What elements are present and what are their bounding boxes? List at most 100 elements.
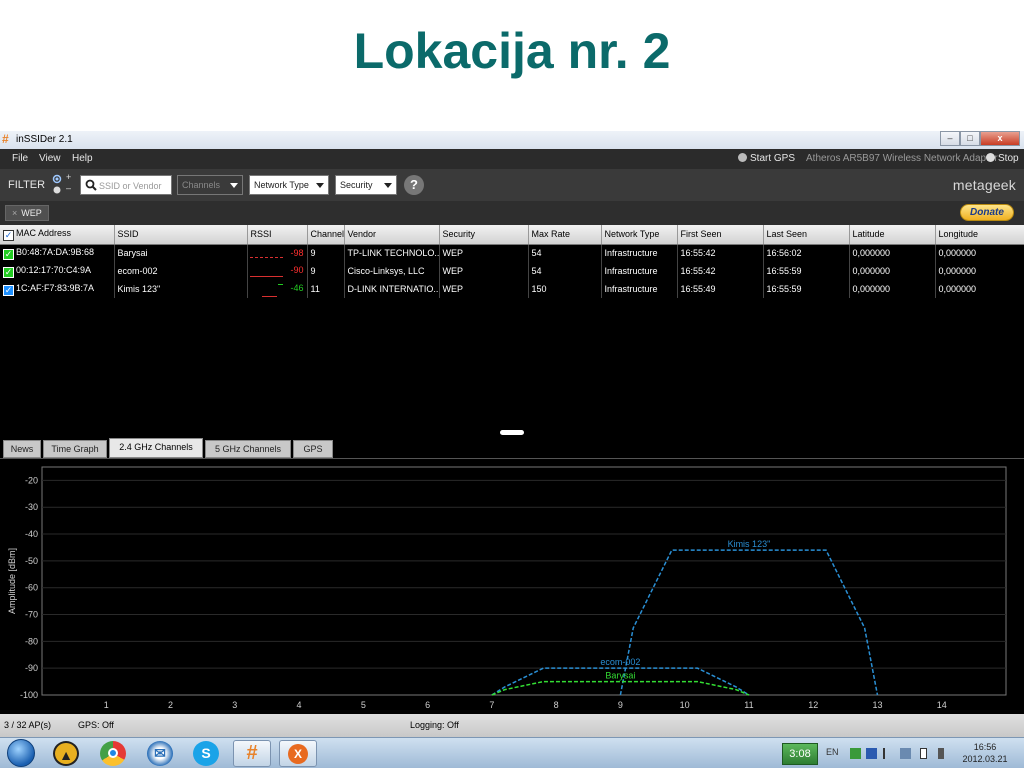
tab-gps[interactable]: GPS	[293, 440, 333, 458]
clock-date: 2012.03.21	[962, 754, 1008, 764]
stop-label: Stop	[998, 153, 1019, 164]
col-network-type[interactable]: Network Type	[601, 225, 678, 245]
taskbar-xmind[interactable]: X	[279, 740, 317, 767]
col-vendor[interactable]: Vendor	[344, 225, 440, 245]
network-table: ✓ MAC Address SSID RSSI Channel Vendor Se…	[0, 225, 1024, 298]
menu-file[interactable]: File	[12, 153, 28, 164]
row-checkbox[interactable]: ✓	[3, 266, 14, 278]
battery-icon[interactable]	[920, 748, 927, 759]
ssid-vendor-search[interactable]	[80, 175, 172, 195]
inssider-window: # inSSIDer 2.1 – □ x File View Help Star…	[0, 131, 1024, 737]
rssi-value: -46	[290, 283, 304, 293]
filter-bar: FILTER + – Channels Network Type Securit…	[0, 169, 1024, 201]
col-last-seen[interactable]: Last Seen	[763, 225, 850, 245]
minimize-button[interactable]: –	[940, 131, 960, 146]
cell-latitude: 0,000000	[849, 262, 936, 280]
col-max-rate[interactable]: Max Rate	[528, 225, 602, 245]
channel-chart-panel: -20 -30 -40 -50 -60 -70 -80 -90 -100 1 2 3 4 5 6 7 8 9 10 1…	[0, 458, 1024, 714]
y-tick-label: -50	[25, 556, 38, 566]
help-icon[interactable]: ?	[404, 175, 424, 195]
menu-view[interactable]: View	[39, 153, 61, 164]
flag-icon[interactable]	[883, 748, 894, 759]
clock[interactable]: 16:56 2012.03.21	[958, 741, 1012, 765]
security-dropdown[interactable]: Security	[335, 175, 397, 195]
inssider-logo-icon: #	[2, 132, 9, 146]
tab-5-ghz-channels[interactable]: 5 GHz Channels	[205, 440, 291, 458]
cell-longitude: 0,000000	[935, 262, 1024, 280]
volume-icon[interactable]	[938, 748, 944, 759]
logging-status: Logging: Off	[410, 720, 459, 730]
col-ssid[interactable]: SSID	[114, 225, 248, 245]
update-icon[interactable]	[850, 748, 861, 759]
network-status-icon[interactable]	[866, 748, 877, 759]
cell-network-type: Infrastructure	[601, 280, 678, 298]
cell-ssid: Kimis 123"	[114, 280, 248, 298]
x-tick-label: 8	[554, 700, 559, 710]
col-first-seen[interactable]: First Seen	[677, 225, 764, 245]
donate-button[interactable]: Donate	[960, 204, 1014, 221]
plot-area	[41, 466, 1007, 696]
table-row[interactable]: ✓ 1C:AF:F7:83:9B:7A Kimis 123" -46 11 D-L…	[0, 280, 1024, 298]
security-label: Security	[340, 180, 373, 190]
xmind-icon: X	[288, 744, 308, 764]
cell-rssi: -90	[247, 262, 308, 280]
search-input[interactable]	[99, 178, 171, 193]
cell-vendor: TP-LINK TECHNOLO...	[344, 244, 440, 262]
remove-filter-icon[interactable]: ×	[12, 208, 17, 218]
tab-time-graph[interactable]: Time Graph	[43, 440, 107, 458]
close-button[interactable]: x	[980, 131, 1020, 146]
search-icon	[85, 179, 97, 191]
wep-filter-chip[interactable]: × WEP	[5, 205, 49, 221]
language-indicator[interactable]: EN	[826, 747, 839, 757]
x-tick-label: 14	[937, 700, 947, 710]
adapter-selector[interactable]: Atheros AR5B97 Wireless Network Adapter	[806, 153, 998, 164]
filter-add-remove-toggle[interactable]: + –	[52, 172, 74, 196]
col-latitude[interactable]: Latitude	[849, 225, 936, 245]
thunderbird-icon[interactable]: ✉	[147, 741, 173, 766]
start-button[interactable]	[7, 739, 35, 767]
rssi-value: -98	[290, 247, 304, 258]
cell-last-seen: 16:55:59	[763, 280, 850, 298]
channels-dropdown[interactable]: Channels	[177, 175, 243, 195]
network-type-dropdown[interactable]: Network Type	[249, 175, 329, 195]
active-filter-bar: × WEP Donate	[0, 201, 1024, 225]
col-mac-label: MAC Address	[16, 227, 72, 238]
tab-2-4-ghz-channels[interactable]: 2.4 GHz Channels	[109, 438, 203, 458]
y-tick-label: -40	[25, 529, 38, 539]
splitter-handle[interactable]	[500, 430, 524, 435]
cell-mac: ✓ 00:12:17:70:C4:9A	[0, 262, 115, 280]
cell-vendor: Cisco-Linksys, LLC	[344, 262, 440, 280]
taskbar-inssider[interactable]: #	[233, 740, 271, 767]
col-channel[interactable]: Channel	[307, 225, 345, 245]
stop-button[interactable]: Stop	[986, 153, 1019, 164]
rssi-sparkline-low	[261, 296, 277, 297]
stop-icon	[986, 153, 995, 162]
cell-vendor: D-LINK INTERNATIO...	[344, 280, 440, 298]
row-checkbox[interactable]: ✓	[3, 284, 14, 296]
windows-taskbar: ▲ ✉ S # X 3:08 EN 16:56 2012.03.21	[0, 737, 1024, 768]
col-security[interactable]: Security	[439, 225, 529, 245]
col-mac-address[interactable]: ✓ MAC Address	[0, 225, 115, 245]
col-longitude[interactable]: Longitude	[935, 225, 1024, 245]
tab-news[interactable]: News	[3, 440, 41, 458]
clock-time: 16:56	[973, 742, 997, 752]
archicad-icon[interactable]: ▲	[53, 741, 79, 766]
play-icon	[738, 153, 747, 162]
y-tick-label: -20	[25, 475, 38, 485]
x-tick-label: 13	[872, 700, 882, 710]
col-rssi[interactable]: RSSI	[247, 225, 308, 245]
series-label: ecom-002	[600, 657, 640, 667]
cell-network-type: Infrastructure	[601, 262, 678, 280]
display-icon[interactable]	[900, 748, 911, 759]
table-row[interactable]: ✓ B0:48:7A:DA:9B:68 Barysai -98 9 TP-LINK…	[0, 244, 1024, 262]
start-gps-button[interactable]: Start GPS	[738, 153, 795, 164]
maximize-button[interactable]: □	[960, 131, 980, 146]
battery-time-badge[interactable]: 3:08	[782, 743, 818, 765]
skype-icon[interactable]: S	[193, 741, 219, 766]
chrome-icon[interactable]	[100, 741, 126, 766]
table-row[interactable]: ✓ 00:12:17:70:C4:9A ecom-002 -90 9 Cisco-…	[0, 262, 1024, 280]
wep-chip-label: WEP	[21, 208, 42, 218]
menu-help[interactable]: Help	[72, 153, 93, 164]
row-checkbox[interactable]: ✓	[3, 248, 14, 260]
select-all-checkbox[interactable]: ✓	[3, 229, 14, 241]
